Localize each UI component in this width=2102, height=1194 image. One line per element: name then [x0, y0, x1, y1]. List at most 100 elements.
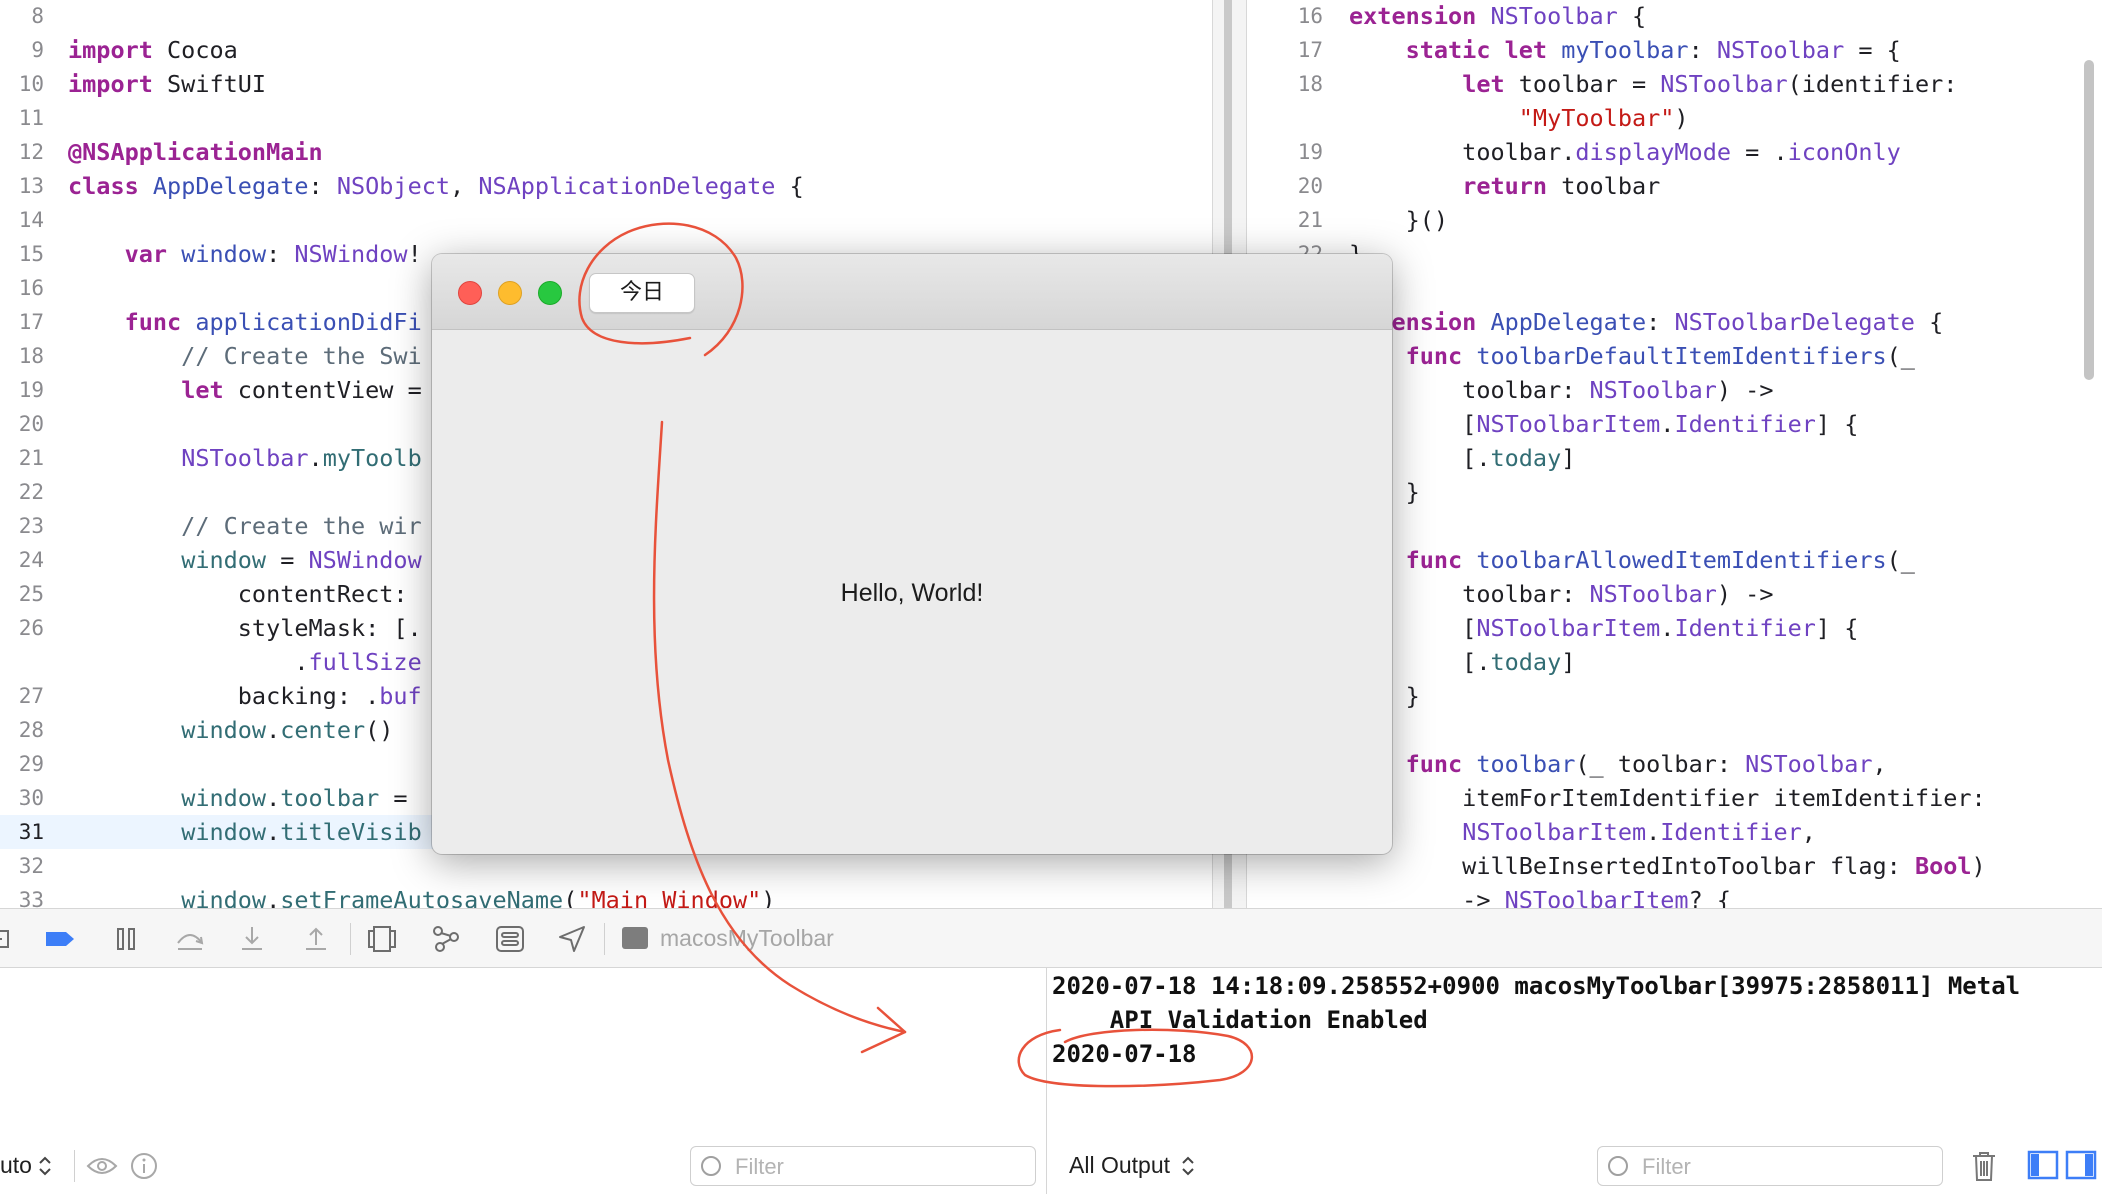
line-number: 18 — [18, 344, 44, 368]
view-hierarchy-icon[interactable] — [366, 923, 398, 955]
line-number: 14 — [18, 208, 44, 232]
scheme-name[interactable]: macosMyToolbar — [660, 925, 834, 952]
code-text: toolbar: NSToolbar) -> — [1349, 580, 1774, 608]
variables-filter-input[interactable] — [733, 1153, 937, 1181]
code-line[interactable]: 17 static let myToolbar: NSToolbar = { — [1247, 33, 2102, 67]
code-line[interactable]: 11 — [0, 101, 1212, 135]
line-number: 13 — [18, 174, 44, 198]
code-line[interactable]: 18 let toolbar = NSToolbar(identifier: — [1247, 67, 2102, 101]
console-line: 2020-07-18 14:18:09.258552+0900 macosMyT… — [1052, 972, 2021, 1000]
code-text: @NSApplicationMain — [68, 138, 323, 166]
line-number: 32 — [18, 854, 44, 878]
line-number: 20 — [18, 412, 44, 436]
code-line[interactable]: 12 @NSApplicationMain — [0, 135, 1212, 169]
breakpoint-toggle-icon[interactable] — [0, 923, 18, 955]
show-console-view-icon[interactable] — [2065, 1148, 2097, 1182]
toolbar-separator — [604, 923, 605, 955]
chevron-updown-icon[interactable] — [38, 1154, 52, 1178]
code-text: "MyToolbar") — [1518, 104, 1689, 132]
line-number: 23 — [18, 514, 44, 538]
code-line[interactable]: willBeInsertedIntoToolbar flag: Bool) — [1247, 849, 2102, 883]
hello-world-text: Hello, World! — [840, 579, 984, 607]
environment-overrides-icon[interactable] — [494, 923, 526, 955]
code-text: NSToolbarItem.Identifier, — [1462, 818, 1816, 846]
eye-icon[interactable] — [86, 1154, 118, 1178]
line-number: 17 — [18, 310, 44, 334]
chevron-updown-icon[interactable] — [1181, 1154, 1195, 1178]
console-filter-input[interactable] — [1640, 1153, 1844, 1181]
filter-icon — [1608, 1156, 1628, 1176]
output-selector[interactable]: All Output — [1069, 1152, 1170, 1179]
today-toolbar-button[interactable]: 今日 — [589, 273, 695, 313]
memory-graph-icon[interactable] — [430, 923, 462, 955]
code-line[interactable]: 32 — [0, 849, 1212, 883]
line-number: 16 — [18, 276, 44, 300]
show-variables-view-icon[interactable] — [2027, 1148, 2059, 1182]
code-line[interactable]: 19 toolbar.displayMode = .iconOnly — [1247, 135, 2102, 169]
variables-view[interactable]: uto — [0, 968, 1046, 1194]
line-number: 19 — [18, 378, 44, 402]
line-number: 26 — [18, 616, 44, 640]
code-text: -> NSToolbarItem? { — [1349, 886, 1732, 908]
console-line: API Validation Enabled — [1052, 1006, 1428, 1034]
simulate-location-icon[interactable] — [556, 923, 588, 955]
info-icon[interactable] — [130, 1152, 158, 1180]
step-into-icon[interactable] — [236, 923, 268, 955]
code-line[interactable]: 33 window.setFrameAutosaveName("Main Win… — [0, 883, 1212, 908]
code-text: static let myToolbar: NSToolbar = { — [1405, 36, 1901, 64]
close-window-button[interactable] — [458, 281, 482, 305]
code-line[interactable]: 20 return toolbar — [1247, 169, 2102, 203]
variables-filter-field[interactable] — [690, 1146, 1036, 1186]
minimize-window-button[interactable] — [498, 281, 522, 305]
console-filter-field[interactable] — [1597, 1146, 1943, 1186]
debug-bar: macosMyToolbar — [0, 908, 2102, 968]
step-over-icon[interactable] — [174, 923, 206, 955]
code-line[interactable]: 10 import SwiftUI — [0, 67, 1212, 101]
code-text: toolbar.displayMode = .iconOnly — [1349, 138, 1901, 166]
code-line[interactable]: "MyToolbar") — [1247, 101, 2102, 135]
zoom-window-button[interactable] — [538, 281, 562, 305]
app-window[interactable]: 今日 Hello, World! — [432, 254, 1392, 854]
step-out-icon[interactable] — [300, 923, 332, 955]
line-number: 22 — [18, 480, 44, 504]
code-text: styleMask: [. — [68, 614, 422, 642]
variables-mode-selector[interactable]: uto — [0, 1152, 32, 1179]
code-line[interactable]: 14 — [0, 203, 1212, 237]
code-text: return toolbar — [1462, 172, 1661, 200]
code-text: backing: .buf — [68, 682, 422, 710]
breakpoint-icon[interactable] — [44, 923, 76, 955]
pause-icon[interactable] — [110, 923, 142, 955]
code-line[interactable]: 21 }() — [1247, 203, 2102, 237]
scheme-folder-icon — [622, 927, 648, 949]
code-line[interactable]: 8 — [0, 0, 1212, 33]
variables-filter-bar: uto — [0, 1140, 1046, 1194]
code-text: func applicationDidFi — [124, 308, 422, 336]
line-number: 11 — [18, 106, 44, 130]
code-text: // Create the wir — [68, 512, 422, 540]
console-output[interactable]: 2020-07-18 14:18:09.258552+0900 macosMyT… — [1046, 968, 2102, 1194]
line-number: 16 — [1297, 4, 1323, 28]
code-text: // Create the Swi — [68, 342, 422, 370]
trash-icon[interactable] — [1971, 1150, 1997, 1182]
window-titlebar[interactable]: 今日 — [432, 254, 1392, 330]
code-text: func toolbarDefaultItemIdentifiers(_ — [1405, 342, 1915, 370]
code-text: [NSToolbarItem.Identifier] { — [1349, 410, 1859, 438]
code-text: window = NSWindow — [181, 546, 422, 574]
line-number: 20 — [1297, 174, 1323, 198]
code-line[interactable]: 13 class AppDelegate: NSObject, NSApplica… — [0, 169, 1212, 203]
code-text: class AppDelegate: NSObject, NSApplicati… — [68, 172, 804, 200]
code-text: willBeInsertedIntoToolbar flag: Bool) — [1349, 852, 1986, 880]
line-number: 31 — [18, 820, 44, 844]
code-line[interactable]: -> NSToolbarItem? { — [1247, 883, 2102, 908]
code-line[interactable]: 16 extension NSToolbar { — [1247, 0, 2102, 33]
line-number: 21 — [18, 446, 44, 470]
code-text: window.setFrameAutosaveName("Main Window… — [181, 886, 776, 908]
line-number: 9 — [31, 38, 44, 62]
editor-vertical-scrollbar[interactable] — [2084, 60, 2094, 380]
line-number: 12 — [18, 140, 44, 164]
code-line[interactable]: 9 import Cocoa — [0, 33, 1212, 67]
code-text: let contentView = — [181, 376, 422, 404]
line-number: 8 — [31, 4, 44, 28]
console-line: 2020-07-18 — [1052, 1040, 1197, 1068]
line-number: 27 — [18, 684, 44, 708]
